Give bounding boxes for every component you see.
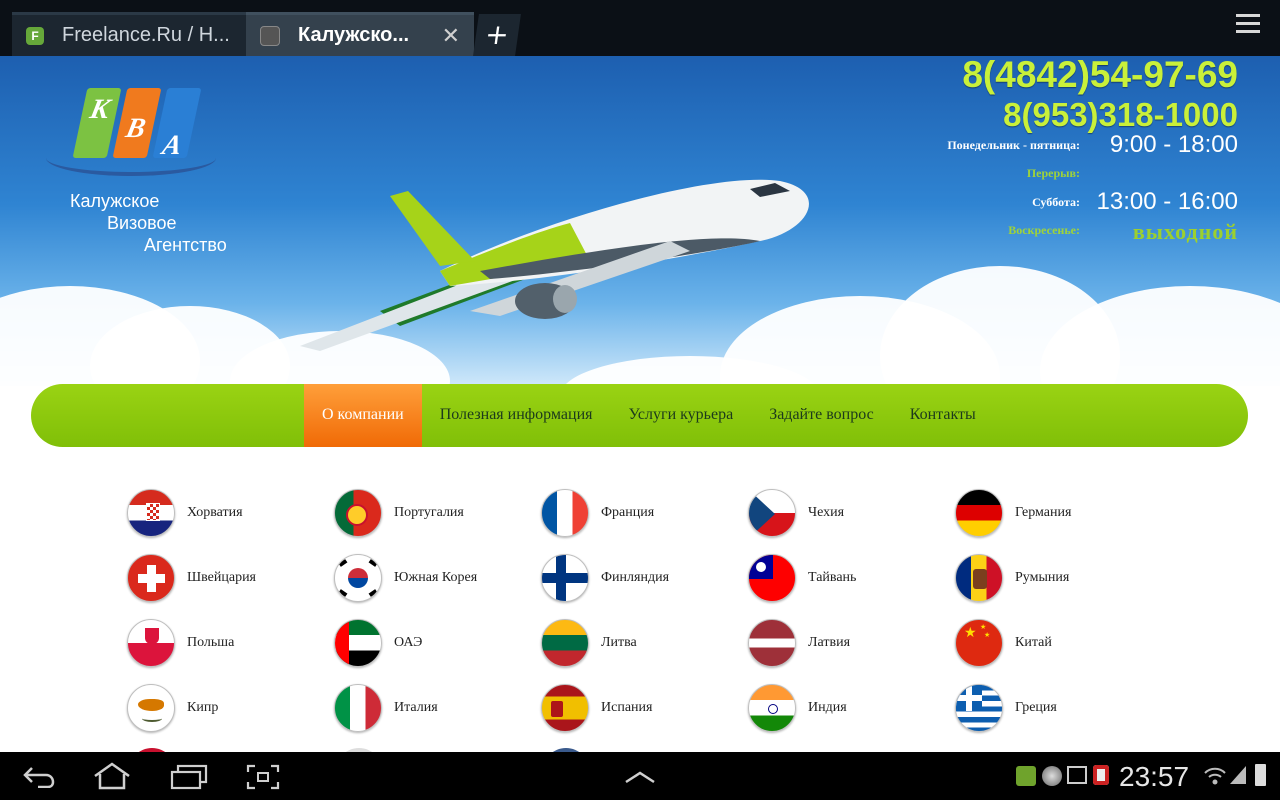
- home-icon[interactable]: [92, 762, 132, 790]
- country-france[interactable]: Франция: [541, 488, 748, 538]
- site-header: K B A Калужское Визовое Агентство 8(4842…: [0, 56, 1280, 386]
- france-flag-icon: [541, 489, 589, 537]
- nav-item-ask-question[interactable]: Задайте вопрос: [751, 384, 892, 447]
- tab-freelance[interactable]: F Freelance.Ru / H...: [12, 12, 248, 56]
- nav-item-contacts[interactable]: Контакты: [892, 384, 994, 447]
- break-label: Перерыв:: [1026, 166, 1080, 180]
- sunday-label: Воскресенье:: [1008, 223, 1080, 237]
- country-romania[interactable]: Румыния: [955, 553, 1162, 603]
- freelance-favicon-icon: F: [26, 26, 44, 45]
- main-nav: О компании Полезная информация Услуги ку…: [31, 384, 1248, 447]
- country-india[interactable]: Индия: [748, 683, 955, 733]
- italy-flag-icon: [334, 684, 382, 732]
- wifi-icon: [1204, 767, 1226, 785]
- country-taiwan[interactable]: Тайвань: [748, 553, 955, 603]
- recent-apps-icon[interactable]: [170, 764, 208, 790]
- nav-item-useful-info[interactable]: Полезная информация: [422, 384, 611, 447]
- croatia-flag-icon: [127, 489, 175, 537]
- tab-title: Калужско...: [298, 24, 410, 46]
- finland-flag-icon: [541, 554, 589, 602]
- globe-notification-icon: [1042, 766, 1062, 786]
- tab-title: Freelance.Ru / H...: [62, 24, 230, 46]
- country-italy[interactable]: Италия: [334, 683, 541, 733]
- country-croatia[interactable]: Хорватия: [127, 488, 334, 538]
- country-uae[interactable]: ОАЭ: [334, 618, 541, 668]
- saturday-label: Суббота:: [1032, 195, 1080, 209]
- romania-flag-icon: [955, 554, 1003, 602]
- weekdays-label: Понедельник - пятница:: [947, 138, 1080, 152]
- country-south-korea[interactable]: Южная Корея: [334, 553, 541, 603]
- germany-flag-icon: [955, 489, 1003, 537]
- android-notification-icon: [1016, 766, 1036, 786]
- taiwan-flag-icon: [748, 554, 796, 602]
- back-icon[interactable]: [22, 764, 56, 788]
- uae-flag-icon: [334, 619, 382, 667]
- phone-number-1[interactable]: 8(4842)54-97-69: [962, 56, 1238, 96]
- logo-text-line-3: Агентство: [144, 235, 227, 255]
- greece-flag-icon: [955, 684, 1003, 732]
- system-navigation-bar: 23:57: [0, 752, 1280, 800]
- status-clock: 23:57: [1119, 761, 1190, 792]
- country-poland[interactable]: Польша: [127, 618, 334, 668]
- lithuania-flag-icon: [541, 619, 589, 667]
- country-switzerland[interactable]: Швейцария: [127, 553, 334, 603]
- latvia-flag-icon: [748, 619, 796, 667]
- country-finland[interactable]: Финляндия: [541, 553, 748, 603]
- phone-number-2[interactable]: 8(953)318-1000: [1003, 96, 1238, 134]
- switzerland-flag-icon: [127, 554, 175, 602]
- china-flag-icon: ★ ★ ★: [955, 619, 1003, 667]
- signal-icon: [1230, 766, 1246, 784]
- cyprus-flag-icon: [127, 684, 175, 732]
- country-spain[interactable]: Испания: [541, 683, 748, 733]
- site-favicon-icon: [260, 25, 280, 46]
- country-czechia[interactable]: Чехия: [748, 488, 955, 538]
- screenshot-icon[interactable]: [246, 764, 280, 790]
- battery-icon: [1255, 764, 1266, 786]
- saturday-time: 13:00 - 16:00: [1096, 188, 1238, 215]
- browser-tab-bar: F Freelance.Ru / H... Калужско... ✕ +: [0, 0, 1280, 56]
- country-lithuania[interactable]: Литва: [541, 618, 748, 668]
- sunday-value: выходной: [1132, 219, 1238, 244]
- airplane-image: [300, 179, 809, 351]
- czechia-flag-icon: [748, 489, 796, 537]
- spain-flag-icon: [541, 684, 589, 732]
- south-korea-flag-icon: [334, 554, 382, 602]
- image-notification-icon: [1067, 766, 1087, 784]
- country-cyprus[interactable]: Кипр: [127, 683, 334, 733]
- app-notification-icon: [1093, 765, 1109, 785]
- logo-text-line-2: Визовое: [107, 213, 177, 233]
- country-latvia[interactable]: Латвия: [748, 618, 955, 668]
- nav-item-about[interactable]: О компании: [304, 384, 422, 447]
- logo-text-line-1: Калужское: [70, 191, 160, 211]
- country-germany[interactable]: Германия: [955, 488, 1162, 538]
- close-tab-icon[interactable]: ✕: [442, 23, 460, 49]
- tab-kva[interactable]: Калужско... ✕: [246, 12, 474, 56]
- country-greece[interactable]: Греция: [955, 683, 1162, 733]
- poland-flag-icon: [127, 619, 175, 667]
- nav-item-courier[interactable]: Услуги курьера: [611, 384, 752, 447]
- india-flag-icon: [748, 684, 796, 732]
- country-china[interactable]: ★ ★ ★ Китай: [955, 618, 1162, 668]
- country-portugal[interactable]: Португалия: [334, 488, 541, 538]
- portugal-flag-icon: [334, 489, 382, 537]
- menu-icon[interactable]: [1236, 14, 1260, 38]
- weekdays-time: 9:00 - 18:00: [1109, 131, 1238, 158]
- chevron-up-icon[interactable]: [624, 770, 656, 784]
- new-tab-button[interactable]: +: [473, 14, 521, 56]
